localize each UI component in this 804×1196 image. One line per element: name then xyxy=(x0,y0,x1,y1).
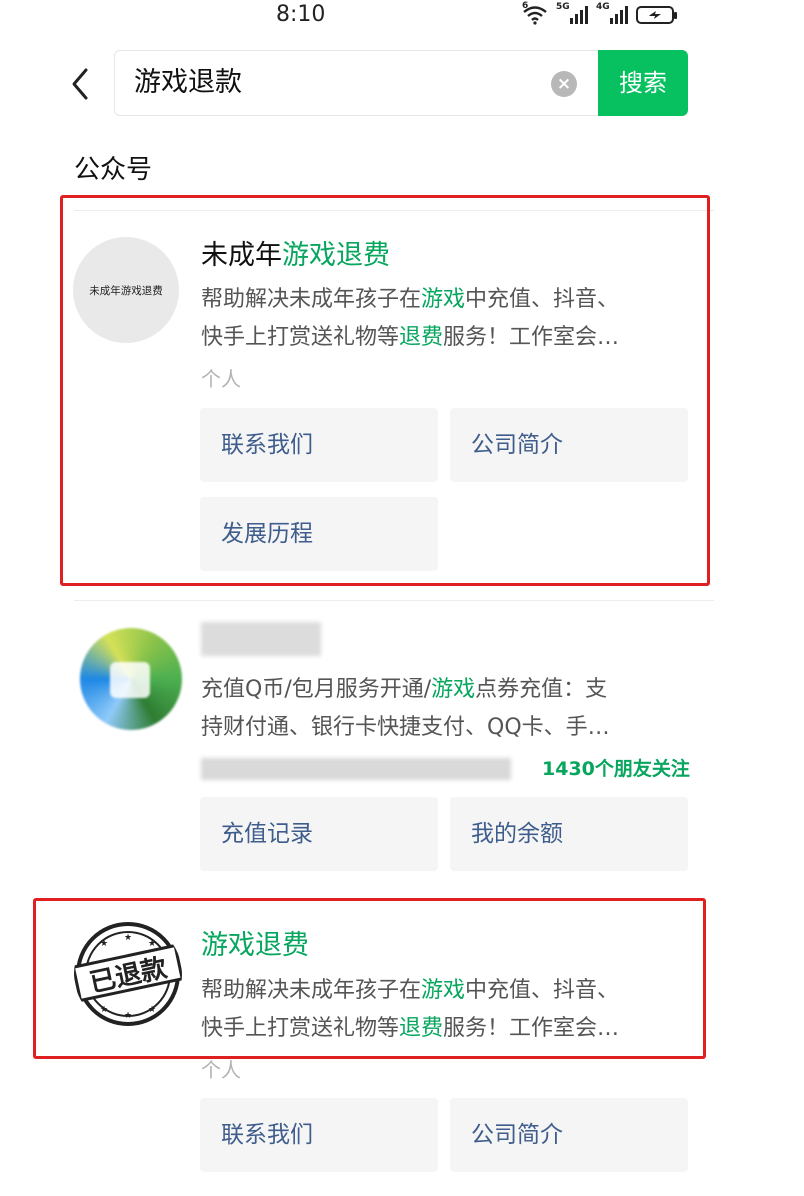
svg-text:★: ★ xyxy=(124,1011,132,1021)
svg-text:★: ★ xyxy=(148,939,156,949)
desc-highlight: 退费 xyxy=(399,1016,444,1041)
desc-text: 服务！工作室会… xyxy=(443,1016,620,1041)
search-query-text[interactable]: 游戏退款 xyxy=(134,62,242,104)
name-text: 未成年 xyxy=(201,240,282,271)
svg-text:★: ★ xyxy=(100,1005,108,1015)
desc-text: 快手上打赏送礼物等 xyxy=(201,325,400,350)
chevron-left-icon xyxy=(72,68,88,100)
avatar[interactable]: ★ ★ ★ ★ ★ ★ 已退款 xyxy=(74,920,182,1028)
status-time: 8:10 xyxy=(276,2,326,27)
clear-icon[interactable]: × xyxy=(551,71,577,97)
account-type: 个人 xyxy=(201,1058,241,1082)
recharge-record-button[interactable]: 充值记录 xyxy=(200,797,438,871)
desc-text: 帮助解决未成年孩子在 xyxy=(201,978,422,1003)
desc-text: 快手上打赏送礼物等 xyxy=(201,1016,400,1041)
desc-text: 中充值、抖音、 xyxy=(465,287,620,312)
contact-us-button[interactable]: 联系我们 xyxy=(200,408,438,482)
status-icons: 6 5G 4G xyxy=(522,1,677,28)
divider xyxy=(74,600,714,601)
refunded-stamp-icon: ★★★ ★★★ 已退款 xyxy=(74,922,182,1026)
signal-5g-icon: 5G xyxy=(556,2,588,24)
search-button[interactable]: 搜索 xyxy=(598,50,688,116)
balance-button[interactable]: 我的余额 xyxy=(450,797,688,871)
account-name[interactable]: 未成年游戏退费 xyxy=(201,236,390,276)
contact-us-button[interactable]: 联系我们 xyxy=(200,1098,438,1172)
back-button[interactable] xyxy=(62,60,98,108)
svg-text:★: ★ xyxy=(124,933,132,943)
desc-text: 充值Q币/包月服务开通/ xyxy=(201,677,432,702)
desc-text: 帮助解决未成年孩子在 xyxy=(201,287,422,312)
company-intro-button[interactable]: 公司简介 xyxy=(450,1098,688,1172)
desc-text: 点券充值：支 xyxy=(475,677,608,702)
desc-text: 中充值、抖音、 xyxy=(465,978,620,1003)
desc-highlight: 游戏 xyxy=(421,287,466,312)
svg-text:★: ★ xyxy=(100,939,108,949)
section-title: 公众号 xyxy=(74,155,153,185)
account-description: 帮助解决未成年孩子在游戏中充值、抖音、 快手上打赏送礼物等退费服务！工作室会… xyxy=(201,281,679,357)
desc-highlight: 游戏 xyxy=(421,978,466,1003)
company-intro-button[interactable]: 公司简介 xyxy=(450,408,688,482)
desc-highlight: 退费 xyxy=(399,325,444,350)
blurred-meta xyxy=(201,758,511,780)
avatar-label: 未成年游戏退费 xyxy=(89,284,163,297)
desc-text: 持财付通、银行卡快捷支付、QQ卡、手… xyxy=(201,715,610,740)
avatar[interactable]: 未成年游戏退费 xyxy=(73,237,179,343)
account-type: 个人 xyxy=(201,367,241,391)
wifi-label: 6 xyxy=(522,1,529,11)
account-description: 帮助解决未成年孩子在游戏中充值、抖音、 快手上打赏送礼物等退费服务！工作室会… xyxy=(201,972,679,1048)
sim1-label: 5G xyxy=(556,2,570,12)
blurred-name[interactable] xyxy=(201,622,321,656)
wifi-icon: 6 xyxy=(522,1,548,25)
signal-4g-icon: 4G xyxy=(596,2,628,24)
history-button[interactable]: 发展历程 xyxy=(200,497,438,571)
battery-icon xyxy=(636,6,677,24)
account-description: 充值Q币/包月服务开通/游戏点券充值：支 持财付通、银行卡快捷支付、QQ卡、手… xyxy=(201,671,679,747)
desc-highlight: 游戏 xyxy=(431,677,476,702)
name-highlight: 游戏退费 xyxy=(282,240,390,271)
friends-following: 1430个朋友关注 xyxy=(542,758,690,780)
svg-text:★: ★ xyxy=(148,1005,156,1015)
desc-text: 服务！工作室会… xyxy=(443,325,620,350)
sim2-label: 4G xyxy=(596,2,610,12)
avatar[interactable] xyxy=(80,628,182,730)
account-name[interactable]: 游戏退费 xyxy=(201,926,309,966)
